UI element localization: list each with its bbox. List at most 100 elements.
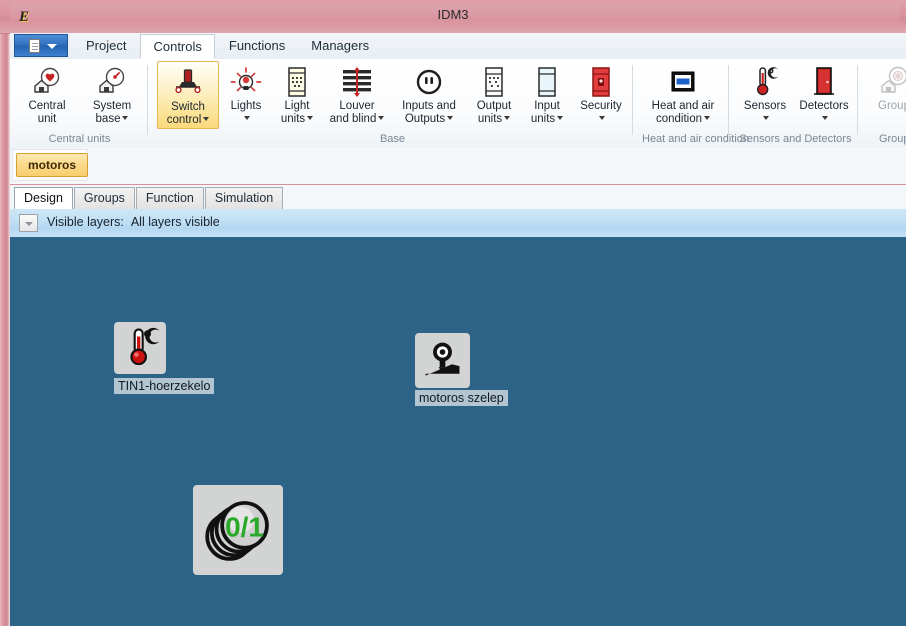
- ribbon-button-label: Group: [878, 100, 906, 112]
- chevron-down-icon: [447, 116, 454, 121]
- ribbon-button-security[interactable]: Security: [574, 61, 628, 129]
- motorized-valve-icon[interactable]: [415, 333, 470, 388]
- ribbon-button-label: Inputs and: [402, 100, 456, 112]
- heat-air-condition-icon: [642, 64, 724, 100]
- visible-layers-bar: Visible layers: All layers visible: [10, 209, 906, 238]
- ribbon-group-base: Switch control Lights Light units Louver and b…: [157, 59, 628, 148]
- ribbon-button-label-2: unit: [37, 112, 57, 125]
- output-units-icon: [468, 64, 520, 100]
- ribbon-button-label: Light: [284, 100, 310, 112]
- window-title: IDM3: [437, 7, 469, 22]
- ribbon-button-label-2: [795, 113, 853, 122]
- ribbon-group-central-units: Central unit System base Central units: [16, 59, 143, 148]
- chevron-down-icon: [47, 44, 57, 49]
- view-tab-simulation[interactable]: Simulation: [204, 187, 284, 209]
- ribbon-button-label: Lights: [230, 100, 262, 112]
- ribbon-button-label: System: [92, 100, 132, 112]
- ribbon-group-separator: [728, 65, 729, 135]
- ribbon-tab-functions[interactable]: Functions: [217, 34, 297, 59]
- ribbon-button-lights[interactable]: Lights: [222, 61, 270, 129]
- ribbon-button-label: Louver: [339, 100, 375, 112]
- chevron-down-icon: [203, 117, 210, 122]
- ribbon-button-label: Sensors: [743, 100, 787, 112]
- ribbon-button-label: Heat and air: [651, 100, 715, 112]
- ribbon-group-separator: [632, 65, 633, 135]
- ribbon-button-label-2: [574, 113, 628, 122]
- chevron-down-icon: [557, 116, 564, 121]
- ribbon-button-label-2: units: [468, 113, 520, 126]
- ribbon-button-label: Input: [534, 100, 560, 112]
- ribbon-button-label-2: base: [81, 113, 143, 126]
- ribbon-button-label: Detectors: [799, 100, 849, 112]
- svg-text:0/1: 0/1: [225, 512, 264, 543]
- on-off-switch-icon[interactable]: 0/1: [193, 485, 283, 575]
- detectors-icon: [795, 64, 853, 100]
- ribbon-tab-row: Project Controls Functions Managers: [10, 33, 906, 60]
- ribbon-group-heat-and-air-condition: Heat and air condition Heat and air condit…: [642, 59, 750, 148]
- ribbon-button-label-2: [738, 113, 792, 122]
- ribbon-button-output-units[interactable]: Output units: [468, 61, 520, 129]
- document-bar: motoros: [10, 148, 906, 184]
- title-bar: E IDM3: [0, 0, 906, 34]
- ribbon-button-group: Group: [867, 61, 906, 129]
- ribbon-button-system-base[interactable]: System base: [81, 61, 143, 129]
- ribbon-button-label-2: units: [273, 113, 321, 126]
- ribbon-tab-project[interactable]: Project: [74, 34, 138, 59]
- ribbon-group-label: Heat and air condition: [642, 133, 750, 145]
- canvas-node[interactable]: TIN1-hoerzekelo: [114, 322, 215, 394]
- chevron-down-icon: [244, 116, 250, 121]
- ribbon-button-detectors[interactable]: Detectors: [795, 61, 853, 129]
- view-tab-groups[interactable]: Groups: [73, 187, 135, 209]
- file-menu-button[interactable]: [14, 34, 68, 57]
- ribbon-button-label: Switch: [171, 101, 205, 113]
- chevron-down-icon: [122, 116, 129, 121]
- ribbon: Project Controls Functions Managers Cent…: [10, 33, 906, 149]
- ribbon-group-sensors-and-detectors: Sensors Detectors Sensors and Detectors: [738, 59, 853, 148]
- design-canvas[interactable]: TIN1-hoerzekelo motoros szelep 0/1: [10, 237, 906, 626]
- chevron-down-icon: [763, 116, 769, 121]
- ribbon-button-label-2: control: [158, 114, 218, 127]
- ribbon-button-label: Central: [28, 100, 66, 112]
- visible-layers-text: Visible layers: All layers visible: [47, 215, 220, 229]
- switch-control-icon: [158, 65, 218, 101]
- document-icon: [29, 39, 40, 53]
- visible-layers-value: All layers visible: [130, 215, 220, 229]
- view-tab-design[interactable]: Design: [14, 187, 73, 209]
- sensors-icon: [738, 64, 792, 100]
- ribbon-tab-controls[interactable]: Controls: [140, 34, 215, 59]
- ribbon-button-louver-blind[interactable]: Louver and blind: [324, 61, 390, 129]
- ribbon-button-switch-control[interactable]: Switch control: [157, 61, 219, 129]
- ribbon-button-label-2: and blind: [324, 113, 390, 126]
- group-icon: [867, 64, 906, 100]
- ribbon-button-input-units[interactable]: Input units: [523, 61, 571, 129]
- window-frame-left-border: [0, 0, 10, 626]
- ribbon-group-separator: [857, 65, 858, 135]
- inputs-outputs-icon: [393, 64, 465, 100]
- canvas-node[interactable]: motoros szelep: [415, 333, 508, 406]
- ribbon-button-inputs-outputs[interactable]: Inputs and Outputs: [393, 61, 465, 129]
- ribbon-button-label: Security: [580, 100, 622, 112]
- application-window: E IDM3 Project Controls Functions Manage…: [0, 0, 906, 626]
- ribbon-group-separator: [147, 65, 148, 135]
- canvas-node-label: motoros szelep: [415, 390, 508, 406]
- ribbon-button-heat-air-condition[interactable]: Heat and air condition: [642, 61, 724, 129]
- ribbon-content: Central unit System base Central units Switch…: [10, 59, 906, 149]
- chevron-down-icon: [822, 116, 828, 121]
- ribbon-tab-managers[interactable]: Managers: [299, 34, 381, 59]
- project-button-motoros[interactable]: motoros: [16, 153, 88, 177]
- canvas-node[interactable]: 0/1: [193, 485, 283, 575]
- ribbon-group-label: Groups: [878, 133, 906, 145]
- thermometer-celsius-icon[interactable]: [114, 322, 166, 374]
- ribbon-button-label-2: [222, 113, 270, 122]
- visible-layers-dropdown-button[interactable]: [19, 214, 38, 232]
- ribbon-group-label: Central units: [48, 133, 111, 145]
- canvas-node-label: TIN1-hoerzekelo: [114, 378, 215, 394]
- ribbon-button-sensors[interactable]: Sensors: [738, 61, 792, 129]
- ribbon-button-light-units[interactable]: Light units: [273, 61, 321, 129]
- louver-blind-icon: [324, 64, 390, 100]
- ribbon-button-central-unit[interactable]: Central unit: [16, 61, 78, 129]
- ribbon-group-groups: Group Groups: [867, 59, 906, 148]
- ribbon-button-label-2: Outputs: [393, 113, 465, 126]
- view-tab-function[interactable]: Function: [135, 187, 204, 209]
- chevron-down-icon: [504, 116, 511, 121]
